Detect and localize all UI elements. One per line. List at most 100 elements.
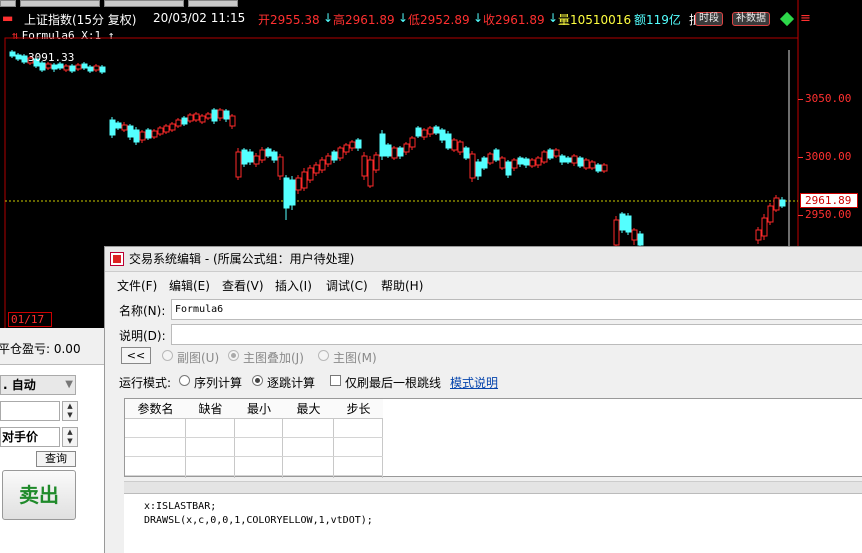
candle-body [99,66,106,73]
candle-body [81,63,88,69]
candle-body [511,159,518,169]
candle-body [385,144,392,157]
candle-body [349,141,356,149]
candle-body [9,51,16,57]
candle-body [773,197,780,211]
editor-titlebar[interactable]: 交易系统编辑 - (所属公式组：用户待处理) [105,247,862,272]
subchart-label: 副图(U) [177,351,220,365]
menu-bar: 文件(F) 编辑(E) 查看(V) 插入(I) 调试(C) 帮助(H) [105,274,862,296]
param-header-default[interactable]: 缺省 [186,399,235,419]
price-input[interactable] [0,401,60,421]
position-pnl: 平仓盈亏: 0.00 [0,338,104,358]
param-header-step[interactable]: 步长 [334,399,383,419]
name-input[interactable]: Formula6 [171,299,862,320]
table-row[interactable] [125,456,383,457]
menu-debug[interactable]: 调试(C) [326,277,368,294]
param-header-min[interactable]: 最小 [235,399,283,419]
code-editor[interactable]: x:ISLASTBAR; DRAWSL(x,c,0,0,1,COLORYELLO… [124,493,862,553]
main-overlay-radio[interactable] [228,350,239,361]
candle-body [223,110,230,120]
candle-body [163,125,170,133]
tick-calc-radio[interactable] [252,375,263,386]
order-mode-select[interactable]: . 自动 ▼ [0,375,76,395]
editor-title: 交易系统编辑 - (所属公式组：用户待处理) [129,252,355,266]
last-bar-checkbox[interactable] [330,375,341,386]
candle-body [115,122,122,129]
price-type-stepper[interactable]: ▲ ▼ [62,427,78,447]
formula-editor-window: 交易系统编辑 - (所属公式组：用户待处理) 文件(F) 编辑(E) 查看(V)… [104,246,862,553]
candle-body [93,65,100,71]
candle-body [367,159,374,187]
chevron-down-icon: ▼ [65,379,73,390]
candle-body [391,147,398,159]
date-label: 01/17 [8,312,52,327]
candle-body [205,113,212,119]
series-calc-label: 序列计算 [194,376,243,390]
tick-calc-label: 逐跳计算 [267,376,316,390]
candle-body [169,123,176,131]
candle-body [421,129,428,138]
main-chart-radio[interactable] [318,350,329,361]
candle-body [625,215,632,233]
splitter-bar[interactable] [124,481,862,493]
mode-help-link[interactable]: 模式说明 [450,374,498,391]
candle-body [767,205,774,223]
current-price-tag: 2961.89 [800,193,858,208]
candle-body [631,229,638,241]
overlay-price: 3091.33 [28,51,75,64]
candle-body [379,133,386,157]
param-table: 参数名 缺省 最小 最大 步长 [124,398,862,478]
candle-body [583,159,590,169]
candle-body [409,137,416,148]
candle-body [63,65,70,71]
table-row[interactable] [125,475,383,476]
candle-body [427,127,434,135]
candle-body [331,151,338,161]
candle-body [523,158,530,166]
candle-body [517,157,524,165]
param-header-max[interactable]: 最大 [283,399,334,419]
candle-body [235,151,242,178]
series-calc-radio[interactable] [179,375,190,386]
sell-button[interactable]: 卖出 [2,470,76,520]
candle-body [69,65,76,72]
collapse-button[interactable]: << [121,347,151,364]
code-line: x:ISLASTBAR; [144,501,217,512]
candle-body [265,148,272,157]
candle-body [337,147,344,159]
candle-body [217,109,224,119]
candle-body [139,131,146,141]
candle-body [403,143,410,153]
menu-edit[interactable]: 编辑(E) [169,277,210,294]
candle-body [457,141,464,153]
subchart-radio[interactable] [162,350,173,361]
candle-body [109,119,116,136]
menu-help[interactable]: 帮助(H) [381,277,423,294]
name-label: 名称(N): [119,304,166,318]
candle-body [535,157,542,166]
candle-body [463,147,470,159]
candle-body [307,167,314,181]
candle-body [493,149,500,161]
description-label: 说明(D): [119,329,166,343]
price-type-field[interactable]: 对手价 [0,427,60,447]
candle-body [277,156,284,177]
candle-body [439,129,446,141]
menu-insert[interactable]: 插入(I) [275,277,312,294]
description-input[interactable] [171,324,862,345]
main-overlay-label: 主图叠加(J) [243,351,304,365]
candle-body [199,115,206,123]
candle-body [175,119,182,127]
price-stepper[interactable]: ▲ ▼ [62,401,78,421]
candle-body [397,147,404,157]
query-button[interactable]: 查询 [36,451,76,467]
menu-view[interactable]: 查看(V) [222,277,264,294]
param-header-name[interactable]: 参数名 [125,399,186,419]
candle-body [559,155,566,163]
candle-body [415,127,422,137]
candle-body [779,199,786,207]
pnl-text: 平仓盈亏: 0.00 [0,342,81,356]
menu-file[interactable]: 文件(F) [117,277,157,294]
candle-body [577,157,584,167]
table-row[interactable] [125,437,383,438]
